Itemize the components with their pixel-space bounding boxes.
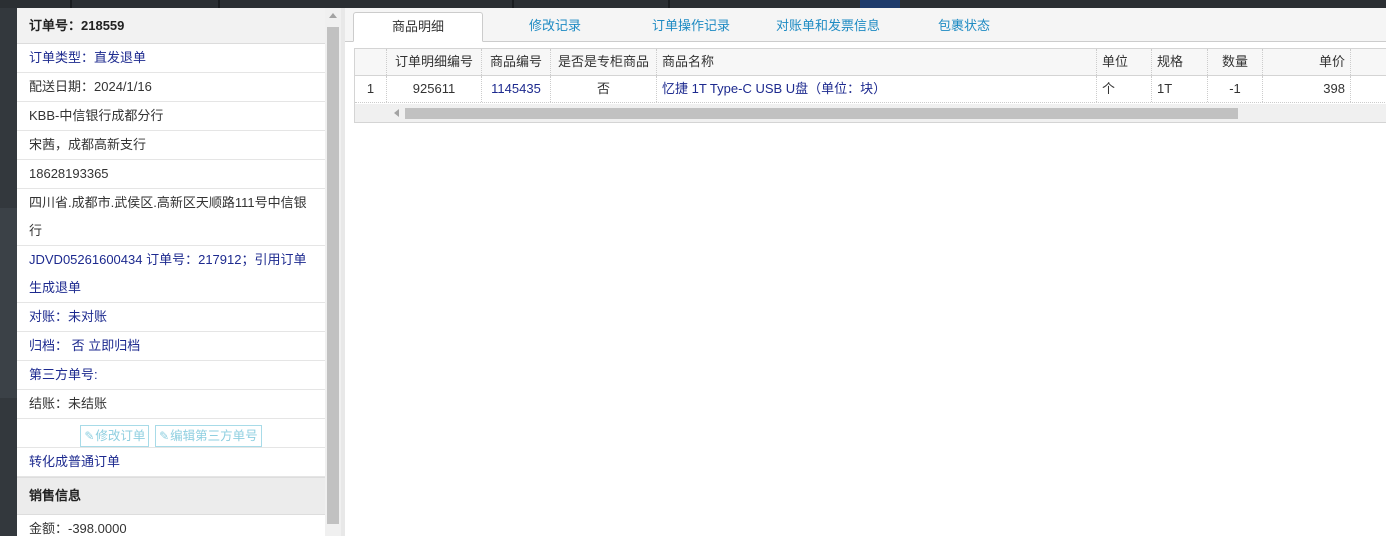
scrollbar-thumb[interactable]	[327, 27, 339, 524]
tab-statement-invoice[interactable]: 对账单和发票信息	[763, 12, 893, 41]
edit-order-button[interactable]: ✎修改订单	[80, 425, 150, 447]
column-header-unit[interactable]: 单位	[1097, 49, 1152, 75]
edit-icon: ✎	[84, 429, 95, 443]
order-type: 订单类型：直发退单	[17, 44, 325, 73]
column-header-price[interactable]: 单价	[1263, 49, 1351, 75]
order-number: 订单号：218559	[17, 8, 325, 44]
horizontal-scrollbar[interactable]	[355, 104, 1386, 122]
column-header-name[interactable]: 商品名称	[657, 49, 1097, 75]
phone-number: 18628193365	[17, 160, 325, 189]
settlement-status: 结账：未结账	[17, 390, 325, 419]
order-amount: 金额：-398.0000	[17, 515, 325, 536]
column-header-index	[355, 49, 387, 75]
customer-name: KBB-中信银行成都分行	[17, 102, 325, 131]
tab-package-status[interactable]: 包裹状态	[907, 12, 1021, 41]
order-action-buttons: ✎修改订单 ✎编辑第三方单号	[17, 419, 325, 448]
edit-third-party-label: 编辑第三方单号	[170, 429, 258, 443]
vertical-scrollbar[interactable]	[325, 8, 341, 536]
main-content: 商品明细 修改记录 订单操作记录 对账单和发票信息 包裹状态 订单明细编号 商品…	[345, 8, 1386, 536]
delivery-address: 四川省.成都市.武侯区.高新区天顺路111号中信银行	[17, 189, 325, 246]
column-header-counter[interactable]: 是否是专柜商品	[551, 49, 657, 75]
convert-order-link[interactable]: 转化成普通订单	[17, 448, 325, 477]
row-index: 1	[355, 76, 387, 102]
order-reference: JDVD05261600434 订单号：217912；引用订单生成退单	[17, 246, 325, 303]
tab-bar: 商品明细 修改记录 订单操作记录 对账单和发票信息 包裹状态	[345, 8, 1386, 42]
tab-change-log[interactable]: 修改记录	[495, 12, 615, 41]
scroll-left-icon[interactable]	[394, 109, 399, 117]
tab-operation-log[interactable]: 订单操作记录	[627, 12, 755, 41]
column-header-detail-no[interactable]: 订单明细编号	[387, 49, 482, 75]
archive-status[interactable]: 归档： 否 立即归档	[17, 332, 325, 361]
column-header-qty[interactable]: 数量	[1208, 49, 1263, 75]
product-grid: 订单明细编号 商品编号 是否是专柜商品 商品名称 单位 规格 数量 单价 1 9…	[354, 48, 1386, 123]
extra-cell	[1351, 76, 1386, 102]
reconcile-status[interactable]: 对账：未对账	[17, 303, 325, 332]
unit-cell: 个	[1097, 76, 1152, 102]
column-header-product-no[interactable]: 商品编号	[482, 49, 551, 75]
contact-person: 宋茜，成都高新支行	[17, 131, 325, 160]
horizontal-scrollbar-thumb[interactable]	[405, 108, 1238, 119]
tab-product-details[interactable]: 商品明细	[353, 12, 483, 42]
edit-order-label: 修改订单	[95, 429, 146, 443]
detail-no-cell: 925611	[387, 76, 482, 102]
sales-info-heading: 销售信息	[17, 477, 325, 515]
column-header-spec[interactable]: 规格	[1152, 49, 1208, 75]
counter-cell: 否	[551, 76, 657, 102]
product-name-link[interactable]: 忆捷 1T Type-C USB U盘（单位：块）	[657, 76, 1097, 102]
third-party-number: 第三方单号:	[17, 361, 325, 390]
top-strip	[0, 0, 1386, 8]
order-info-panel: 订单号：218559 订单类型：直发退单 配送日期：2024/1/16 KBB-…	[17, 8, 326, 536]
edit-icon: ✎	[159, 429, 170, 443]
price-cell: 398	[1263, 76, 1351, 102]
column-header-extra	[1351, 49, 1386, 75]
grid-header: 订单明细编号 商品编号 是否是专柜商品 商品名称 单位 规格 数量 单价	[355, 49, 1386, 76]
delivery-date: 配送日期：2024/1/16	[17, 73, 325, 102]
table-row[interactable]: 1 925611 1145435 否 忆捷 1T Type-C USB U盘（单…	[355, 76, 1386, 103]
spec-cell: 1T	[1152, 76, 1208, 102]
scroll-up-icon[interactable]	[329, 13, 337, 18]
background-edge	[0, 8, 17, 536]
edit-third-party-button[interactable]: ✎编辑第三方单号	[155, 425, 262, 447]
qty-cell: -1	[1208, 76, 1263, 102]
product-no-link[interactable]: 1145435	[482, 76, 551, 102]
